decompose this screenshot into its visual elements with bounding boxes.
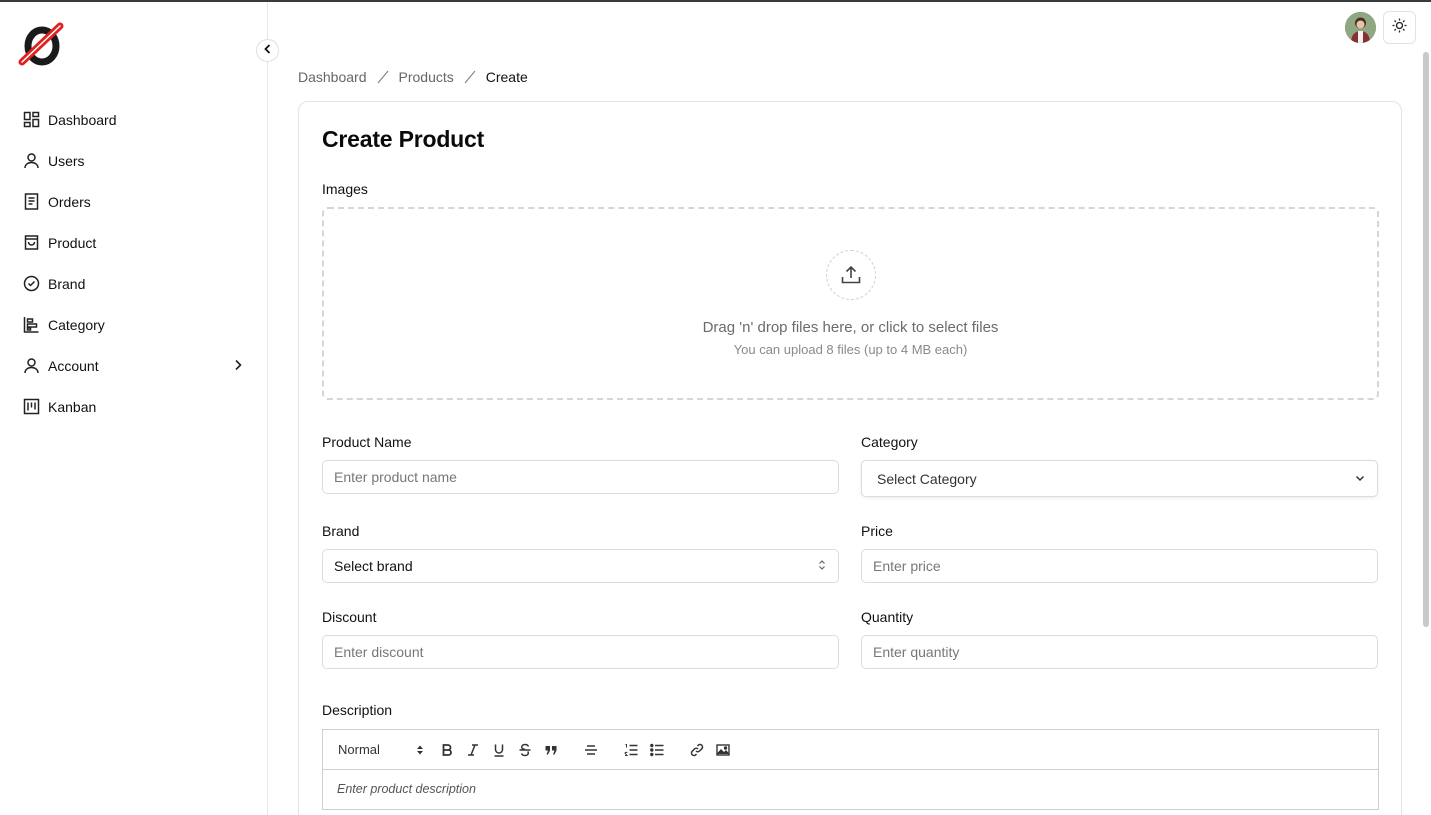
image-button[interactable]	[710, 739, 736, 761]
ordered-list-button[interactable]	[618, 739, 644, 761]
sidebar-item-label: Kanban	[48, 398, 97, 415]
sidebar-item-label: Dashboard	[48, 111, 117, 128]
editor-toolbar: Normal	[323, 730, 1378, 770]
price-label: Price	[861, 523, 893, 539]
sun-icon	[1392, 18, 1407, 38]
align-center-icon	[585, 744, 597, 755]
sidebar-item-category[interactable]: Category	[0, 304, 268, 345]
sidebar-item-brand[interactable]: Brand	[0, 263, 268, 304]
strikethrough-button[interactable]	[512, 739, 538, 761]
italic-button[interactable]	[460, 739, 486, 761]
strikethrough-icon	[519, 743, 531, 756]
upload-icon	[826, 250, 876, 300]
user-icon	[23, 357, 40, 374]
discount-input[interactable]	[322, 635, 839, 669]
product-name-label: Product Name	[322, 434, 412, 450]
sidebar-item-label: Orders	[48, 193, 91, 210]
chevron-down-icon	[1354, 471, 1366, 487]
blockquote-button[interactable]	[538, 739, 564, 761]
dropzone-hint: You can upload 8 files (up to 4 MB each)	[733, 342, 968, 357]
kanban-icon	[23, 398, 40, 415]
format-select[interactable]: Normal	[338, 742, 424, 757]
dropzone-title: Drag 'n' drop files here, or click to se…	[702, 319, 999, 336]
sidebar-item-label: Brand	[48, 275, 86, 292]
description-editor: Normal Enter product description	[322, 729, 1379, 810]
sidebar-collapse-button[interactable]	[256, 39, 279, 62]
sidebar-item-kanban[interactable]: Kanban	[0, 386, 268, 427]
bullet-list-icon	[650, 743, 664, 756]
user-icon	[23, 152, 40, 169]
brand-label: Brand	[322, 523, 360, 539]
category-icon	[23, 316, 40, 333]
page-title: Create Product	[322, 126, 485, 152]
underline-button[interactable]	[486, 739, 512, 761]
sidebar-item-label: Users	[48, 152, 85, 169]
chevron-up-down-icon	[417, 745, 423, 754]
scrollbar[interactable]	[1423, 52, 1429, 627]
sidebar-item-orders[interactable]: Orders	[0, 181, 268, 222]
ordered-list-icon	[624, 743, 638, 756]
sidebar-item-product[interactable]: Product	[0, 222, 268, 263]
quote-icon	[545, 745, 557, 754]
discount-label: Discount	[322, 609, 377, 625]
sidebar-item-dashboard[interactable]: Dashboard	[0, 99, 268, 140]
create-product-card: Create Product Images Drag 'n' drop file…	[298, 101, 1402, 815]
description-label: Description	[322, 702, 393, 718]
sidebar-item-account[interactable]: Account	[0, 345, 268, 386]
brand-select-value: Select brand	[334, 558, 413, 574]
breadcrumb-current: Create	[485, 69, 528, 85]
quantity-label: Quantity	[861, 609, 914, 625]
image-icon	[716, 743, 730, 756]
shopping-bag-icon	[23, 234, 40, 251]
breadcrumb-dashboard[interactable]: Dashboard	[298, 69, 367, 85]
breadcrumb-separator-icon	[367, 70, 399, 84]
chevron-up-down-icon	[817, 558, 827, 574]
description-editor-body[interactable]: Enter product description	[323, 770, 1378, 808]
sidebar: Dashboard Users Orders Product Brand Cat…	[0, 2, 268, 815]
breadcrumb-products[interactable]: Products	[399, 69, 454, 85]
bold-icon	[442, 743, 452, 756]
image-dropzone[interactable]: Drag 'n' drop files here, or click to se…	[322, 207, 1379, 400]
align-button[interactable]	[578, 739, 604, 761]
images-label: Images	[322, 181, 368, 197]
category-select-value: Select Category	[877, 470, 977, 487]
price-input[interactable]	[861, 549, 1378, 583]
badge-check-icon	[23, 275, 40, 292]
document-icon	[23, 193, 40, 210]
sidebar-nav: Dashboard Users Orders Product Brand Cat…	[0, 99, 268, 427]
chevron-left-icon	[262, 42, 274, 60]
app-logo[interactable]	[18, 22, 64, 66]
category-label: Category	[861, 434, 918, 450]
quantity-input[interactable]	[861, 635, 1378, 669]
dashboard-icon	[23, 111, 40, 128]
sidebar-item-label: Product	[48, 234, 97, 251]
link-icon	[690, 743, 704, 756]
breadcrumb: Dashboard Products Create	[298, 68, 528, 86]
bullet-list-button[interactable]	[644, 739, 670, 761]
bold-button[interactable]	[434, 739, 460, 761]
format-select-value: Normal	[338, 742, 380, 757]
theme-toggle-button[interactable]	[1383, 11, 1416, 44]
breadcrumb-separator-icon	[454, 70, 486, 84]
brand-select[interactable]: Select brand	[322, 549, 839, 583]
underline-icon	[494, 744, 504, 757]
sidebar-item-label: Account	[48, 357, 99, 374]
italic-icon	[468, 743, 478, 756]
product-name-input[interactable]	[322, 460, 839, 494]
link-button[interactable]	[684, 739, 710, 761]
chevron-right-icon[interactable]	[231, 358, 245, 372]
category-select[interactable]: Select Category	[861, 460, 1378, 497]
sidebar-item-users[interactable]: Users	[0, 140, 268, 181]
sidebar-item-label: Category	[48, 316, 105, 333]
avatar[interactable]	[1345, 12, 1376, 43]
